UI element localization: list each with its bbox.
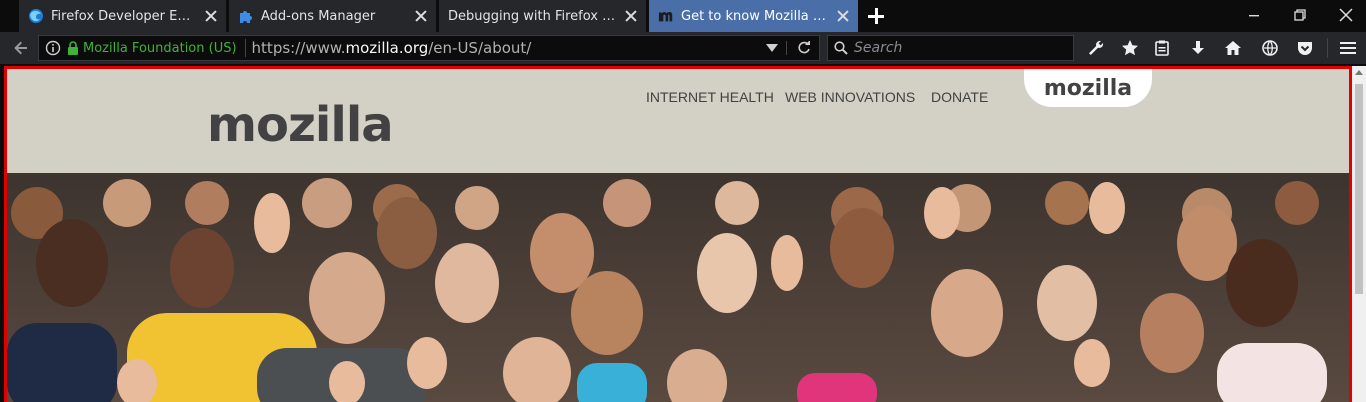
bookmark-star-icon[interactable]	[1119, 38, 1141, 58]
close-tab-icon[interactable]	[836, 9, 850, 23]
tab-title: Debugging with Firefox Developer Tools	[448, 8, 616, 24]
pocket-icon[interactable]	[1294, 38, 1316, 58]
minimize-icon	[1249, 15, 1259, 17]
home-icon[interactable]	[1222, 38, 1244, 58]
close-tab-icon[interactable]	[624, 9, 638, 23]
nav-internet-health[interactable]: INTERNET HEALTH	[646, 89, 774, 105]
url-bar[interactable]: Mozilla Foundation (US) https://www.mozi…	[38, 35, 820, 61]
reload-icon[interactable]	[786, 41, 811, 55]
wrench-icon[interactable]	[1085, 38, 1107, 58]
menu-hamburger-icon[interactable]	[1337, 38, 1359, 58]
info-icon[interactable]	[45, 40, 61, 56]
lock-icon	[67, 41, 79, 55]
dropdown-arrow-icon[interactable]	[766, 44, 778, 52]
url-path: /en-US/about/	[428, 39, 532, 57]
url-domain: mozilla.org	[345, 39, 429, 57]
download-icon[interactable]	[1187, 38, 1209, 58]
scroll-up-arrow-icon[interactable]	[1355, 70, 1363, 75]
toolbar-separator	[1327, 38, 1328, 58]
tab-firefox-developer[interactable]: Firefox Developer Edition: Firefox Devel…	[19, 0, 226, 32]
restore-icon	[1294, 9, 1306, 21]
close-window-button[interactable]	[1323, 0, 1366, 30]
search-placeholder: Search	[854, 40, 903, 56]
tab-get-to-know-mozilla[interactable]: Get to know Mozilla — Mozilla	[649, 0, 858, 32]
privacy-globe-icon[interactable]	[1259, 38, 1281, 58]
reading-list-icon[interactable]	[1151, 38, 1173, 58]
page-scrollbar[interactable]	[1352, 66, 1366, 402]
restore-button[interactable]	[1277, 0, 1323, 30]
tab-debugging[interactable]: Debugging with Firefox Developer Tools	[439, 0, 646, 32]
page-content: mozilla INTERNET HEALTH WEB INNOVATIONS …	[4, 66, 1352, 402]
scrollbar-thumb[interactable]	[1355, 84, 1363, 294]
mozilla-tab-logo[interactable]: mozilla	[1024, 69, 1152, 107]
url-prefix: https://www.	[251, 39, 346, 57]
tab-title: Add-ons Manager	[261, 8, 376, 24]
hero-crowd-photo	[7, 173, 1349, 402]
minimize-button[interactable]	[1231, 0, 1277, 30]
site-header: mozilla INTERNET HEALTH WEB INNOVATIONS …	[7, 69, 1349, 173]
nav-toolbar: Mozilla Foundation (US) https://www.mozi…	[0, 32, 1366, 64]
back-button[interactable]	[8, 36, 34, 60]
back-arrow-icon	[14, 41, 27, 55]
nav-donate[interactable]: DONATE	[931, 89, 988, 105]
search-bar[interactable]: Search	[827, 35, 1074, 61]
site-identity-label[interactable]: Mozilla Foundation (US)	[83, 41, 237, 56]
close-tab-icon[interactable]	[204, 9, 218, 23]
mozilla-m-icon	[658, 8, 674, 24]
search-icon	[834, 41, 848, 55]
tab-title: Get to know Mozilla — Mozilla	[681, 8, 828, 24]
tab-strip: Firefox Developer Edition: Firefox Devel…	[0, 0, 1366, 32]
tab-addons-manager[interactable]: Add-ons Manager	[229, 0, 436, 32]
close-tab-icon[interactable]	[414, 9, 428, 23]
new-tab-button[interactable]	[866, 6, 886, 26]
mozilla-wordmark-logo[interactable]: mozilla	[207, 97, 394, 153]
tab-title: Firefox Developer Edition: Firefox Devel…	[51, 8, 196, 24]
nav-web-innovations[interactable]: WEB INNOVATIONS	[785, 89, 915, 105]
close-icon	[1339, 8, 1353, 22]
firefox-developer-icon	[28, 8, 44, 24]
crowd-illustration	[7, 173, 1349, 402]
puzzle-icon	[238, 8, 254, 24]
url-text[interactable]: https://www.mozilla.org/en-US/about/	[244, 39, 532, 57]
